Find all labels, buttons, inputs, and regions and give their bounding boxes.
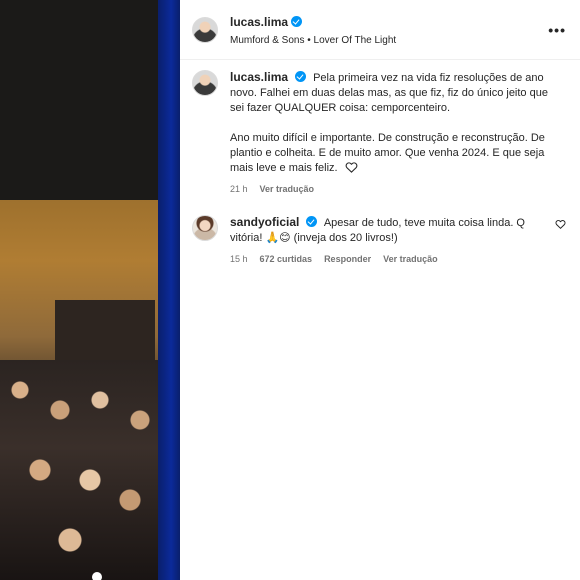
comment-actions: 15 h 672 curtidas Responder Ver tradução xyxy=(230,252,530,267)
comment-text-wrap: sandyoficial Apesar de tudo, teve muita … xyxy=(230,215,530,246)
header-username[interactable]: lucas.lima xyxy=(230,15,288,29)
caption-author-avatar[interactable] xyxy=(192,70,218,96)
photo-crowd xyxy=(0,360,160,580)
comment-username[interactable]: sandyoficial xyxy=(230,215,299,229)
photo-blue-edge xyxy=(158,0,180,580)
post-header: lucas.lima Mumford & Sons • Lover Of The… xyxy=(180,0,580,60)
more-options-icon[interactable]: ••• xyxy=(548,22,566,38)
like-heart-icon[interactable] xyxy=(555,219,566,229)
comment-body: sandyoficial Apesar de tudo, teve muita … xyxy=(230,215,530,267)
caption-translate-link[interactable]: Ver tradução xyxy=(260,182,315,197)
post-details-panel: lucas.lima Mumford & Sons • Lover Of The… xyxy=(180,0,580,580)
caption-body: lucas.lima Pela primeira vez na vida fiz… xyxy=(230,70,550,197)
verified-badge-icon xyxy=(306,216,318,227)
comment-item: sandyoficial Apesar de tudo, teve muita … xyxy=(192,215,566,267)
comment-likes[interactable]: 672 curtidas xyxy=(260,252,313,267)
photo-dark-area xyxy=(0,0,160,200)
caption-paragraph-2: Ano muito difícil e importante. De const… xyxy=(230,132,545,174)
comment-time[interactable]: 15 h xyxy=(230,252,248,267)
verified-badge-icon xyxy=(291,16,303,27)
comments-list: lucas.lima Pela primeira vez na vida fiz… xyxy=(180,60,580,267)
author-avatar[interactable] xyxy=(192,16,218,43)
post-photo xyxy=(0,0,180,580)
audio-subtitle[interactable]: Mumford & Sons • Lover Of The Light xyxy=(230,35,396,46)
heart-outline-icon xyxy=(345,162,358,173)
comment-translate-link[interactable]: Ver tradução xyxy=(383,252,438,267)
caption-paragraph-2-wrap: Ano muito difícil e importante. De const… xyxy=(230,131,550,176)
verified-badge-icon xyxy=(295,71,307,82)
caption-comment: lucas.lima Pela primeira vez na vida fiz… xyxy=(192,70,566,197)
commenter-avatar[interactable] xyxy=(192,215,218,241)
comment-reply-button[interactable]: Responder xyxy=(324,252,371,267)
caption-time[interactable]: 21 h xyxy=(230,182,248,197)
carousel-dot-indicator[interactable] xyxy=(92,572,102,580)
caption-actions: 21 h Ver tradução xyxy=(230,182,550,197)
caption-text: lucas.lima Pela primeira vez na vida fiz… xyxy=(230,70,550,116)
header-meta: lucas.lima Mumford & Sons • Lover Of The… xyxy=(230,13,396,46)
caption-username[interactable]: lucas.lima xyxy=(230,70,288,84)
